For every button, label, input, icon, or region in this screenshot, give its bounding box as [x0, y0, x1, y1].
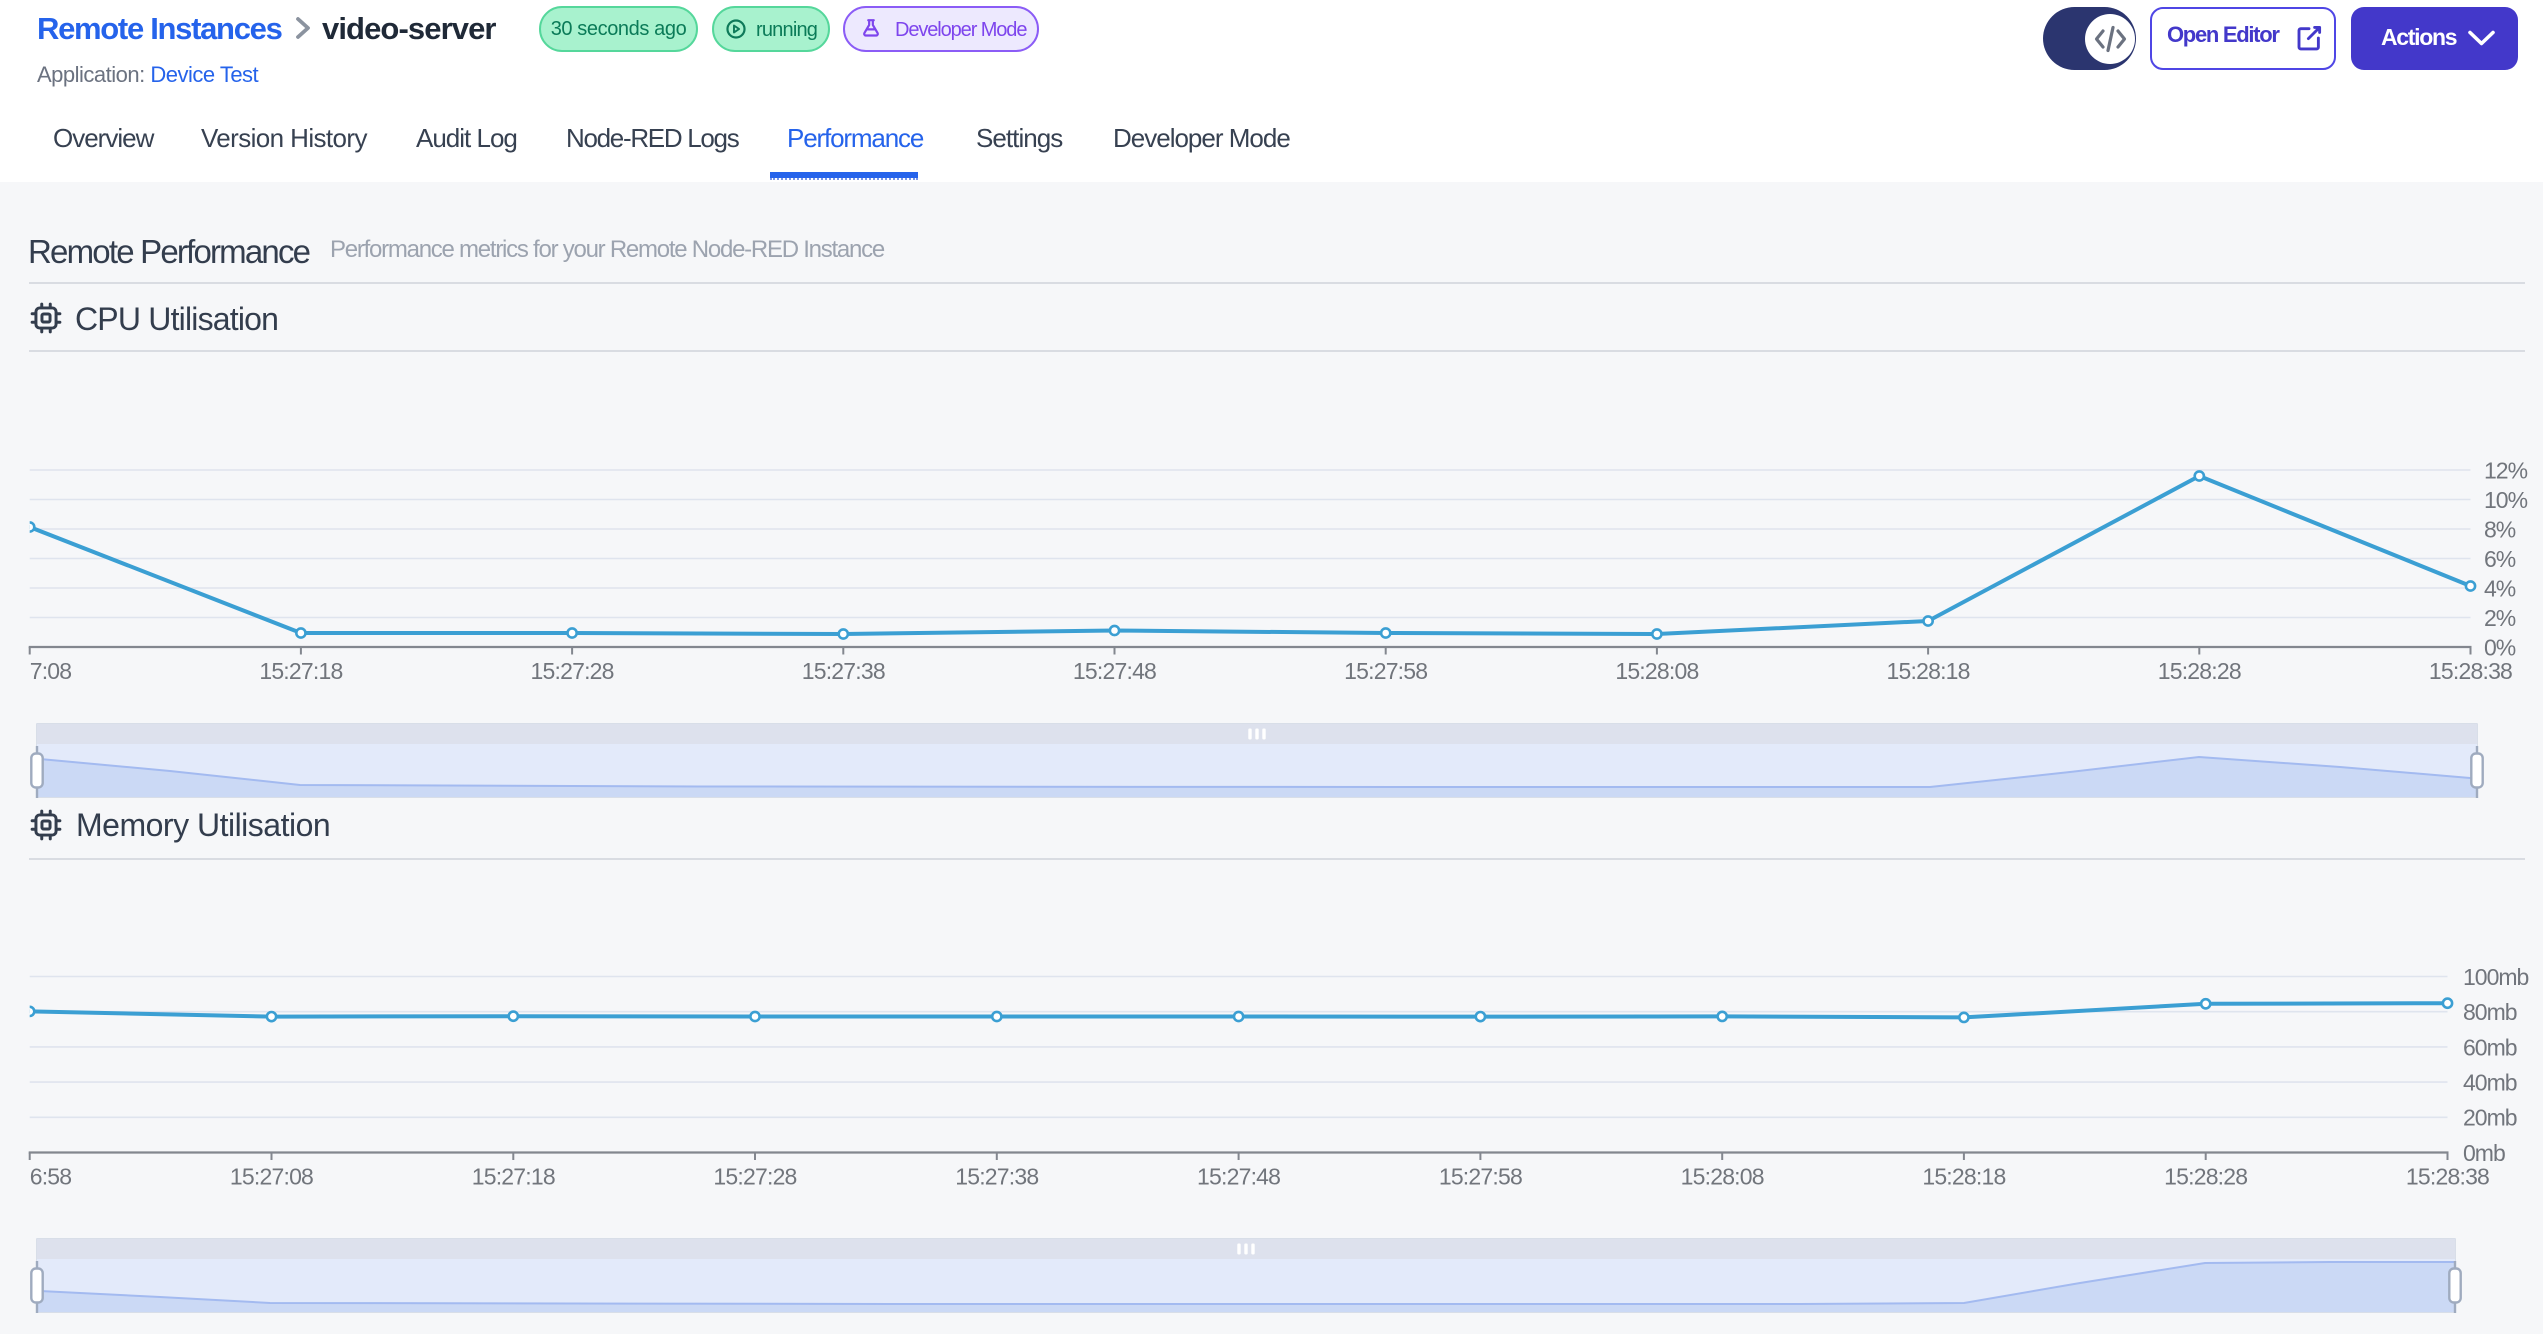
- svg-text:15:27:18: 15:27:18: [259, 658, 342, 684]
- svg-text:15:27:48: 15:27:48: [1073, 658, 1156, 684]
- svg-text:15:27:18: 15:27:18: [472, 1164, 555, 1190]
- svg-text:6%: 6%: [2484, 546, 2516, 572]
- svg-text:2%: 2%: [2484, 605, 2516, 631]
- svg-text:15:28:18: 15:28:18: [1887, 658, 1970, 684]
- svg-text:15:27:38: 15:27:38: [802, 658, 885, 684]
- svg-text:15:28:18: 15:28:18: [1922, 1164, 2005, 1190]
- svg-text:20mb: 20mb: [2463, 1105, 2517, 1131]
- svg-text:15:27:28: 15:27:28: [531, 658, 614, 684]
- svg-text:0mb: 0mb: [2463, 1140, 2505, 1166]
- svg-text:8%: 8%: [2484, 516, 2516, 542]
- svg-text:15:27:48: 15:27:48: [1197, 1164, 1280, 1190]
- svg-text:4%: 4%: [2484, 575, 2516, 601]
- svg-text:15:28:08: 15:28:08: [1615, 658, 1698, 684]
- svg-text:80mb: 80mb: [2463, 999, 2517, 1025]
- svg-text:15:27:58: 15:27:58: [1344, 658, 1427, 684]
- svg-text:15:28:38: 15:28:38: [2429, 658, 2512, 684]
- svg-text:15:27:58: 15:27:58: [1439, 1164, 1522, 1190]
- svg-text:12%: 12%: [2484, 457, 2528, 483]
- svg-text:15:28:38: 15:28:38: [2406, 1164, 2489, 1190]
- svg-text:15:27:08: 15:27:08: [0, 658, 71, 684]
- svg-text:10%: 10%: [2484, 487, 2528, 513]
- svg-text:15:28:08: 15:28:08: [1681, 1164, 1764, 1190]
- svg-text:0%: 0%: [2484, 634, 2516, 660]
- svg-text:15:27:28: 15:27:28: [713, 1164, 796, 1190]
- svg-text:15:28:28: 15:28:28: [2158, 658, 2241, 684]
- svg-text:15:26:58: 15:26:58: [0, 1164, 71, 1190]
- svg-text:15:28:28: 15:28:28: [2164, 1164, 2247, 1190]
- svg-text:40mb: 40mb: [2463, 1070, 2517, 1096]
- svg-text:15:27:08: 15:27:08: [230, 1164, 313, 1190]
- svg-text:60mb: 60mb: [2463, 1034, 2517, 1060]
- svg-text:15:27:38: 15:27:38: [955, 1164, 1038, 1190]
- svg-text:100mb: 100mb: [2463, 964, 2529, 990]
